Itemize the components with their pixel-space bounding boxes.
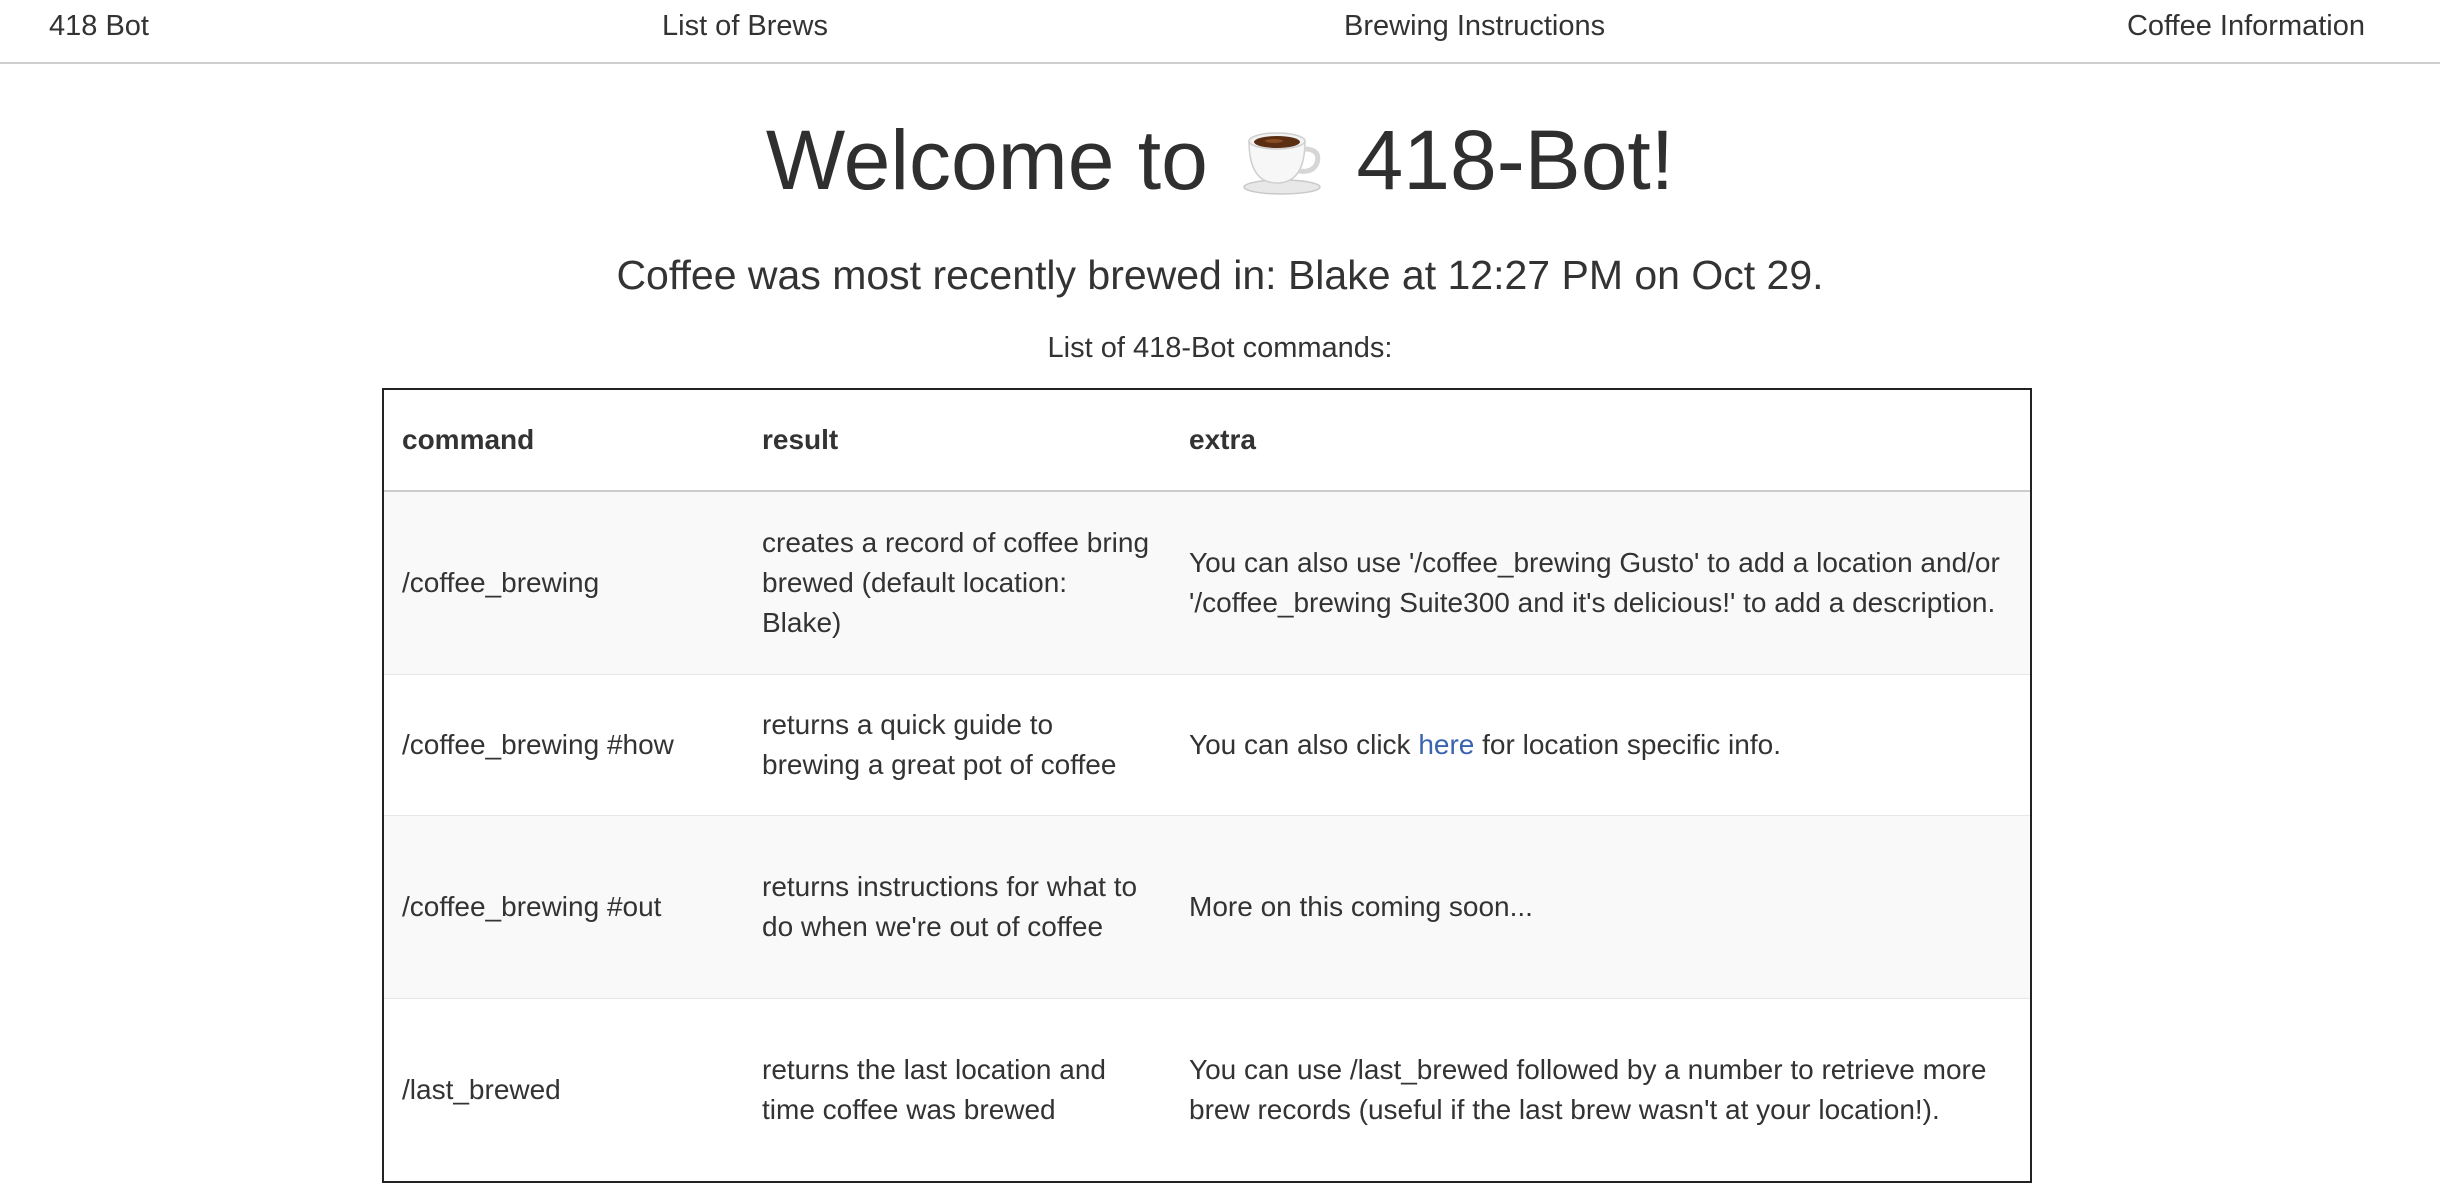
command-cell: /coffee_brewing xyxy=(402,567,600,598)
coffee-cup-icon xyxy=(1243,132,1321,195)
title-prefix: Welcome to xyxy=(765,113,1208,207)
top-navbar: 418 Bot List of Brews Brewing Instructio… xyxy=(0,0,2440,64)
table-row: /coffee_brewing creates a record of coff… xyxy=(384,491,2030,675)
result-cell: creates a record of coffee bring brewed … xyxy=(762,527,1150,638)
page-title: Welcome to 418-Bot! xyxy=(0,105,2440,215)
table-row: /last_brewed returns the last location a… xyxy=(384,998,2030,1182)
commands-heading: List of 418-Bot commands: xyxy=(1047,332,1393,364)
result-cell: returns the last location and time coffe… xyxy=(762,1054,1106,1125)
extra-cell: More on this coming soon... xyxy=(1189,891,1533,922)
result-cell: returns a quick guide to brewing a great… xyxy=(762,709,1117,780)
extra-cell: You can use /last_brewed followed by a n… xyxy=(1189,1054,1987,1125)
last-brewed-status: Coffee was most recently brewed in: Blak… xyxy=(616,252,1824,298)
commands-table: command result extra /coffee_brewing cre… xyxy=(382,388,2032,1183)
nav-list-of-brews-link[interactable]: List of Brews xyxy=(662,8,828,44)
command-cell: /last_brewed xyxy=(402,1074,561,1105)
command-cell: /coffee_brewing #out xyxy=(402,891,662,922)
location-info-here-link[interactable]: here xyxy=(1418,729,1474,760)
extra-cell: You can also click here for location spe… xyxy=(1171,675,2030,816)
command-cell: /coffee_brewing #how xyxy=(402,729,674,760)
column-header-command: command xyxy=(384,390,744,492)
extra-text-after: for location specific info. xyxy=(1482,729,1781,760)
title-suffix: 418-Bot! xyxy=(1356,113,1675,207)
table-row: /coffee_brewing #out returns instruction… xyxy=(384,815,2030,999)
extra-cell: You can also use '/coffee_brewing Gusto'… xyxy=(1189,547,2000,618)
column-header-result: result xyxy=(744,390,1171,492)
result-cell: returns instructions for what to do when… xyxy=(762,871,1138,942)
table-row: /coffee_brewing #how returns a quick gui… xyxy=(384,674,2030,816)
nav-brewing-instructions-link[interactable]: Brewing Instructions xyxy=(1344,8,1605,44)
column-header-extra: extra xyxy=(1171,390,2030,492)
nav-coffee-information-link[interactable]: Coffee Information xyxy=(2127,8,2365,44)
extra-text-before: You can also click xyxy=(1189,729,1411,760)
table-header-row: command result extra xyxy=(384,390,2030,492)
nav-brand-link[interactable]: 418 Bot xyxy=(49,8,149,44)
